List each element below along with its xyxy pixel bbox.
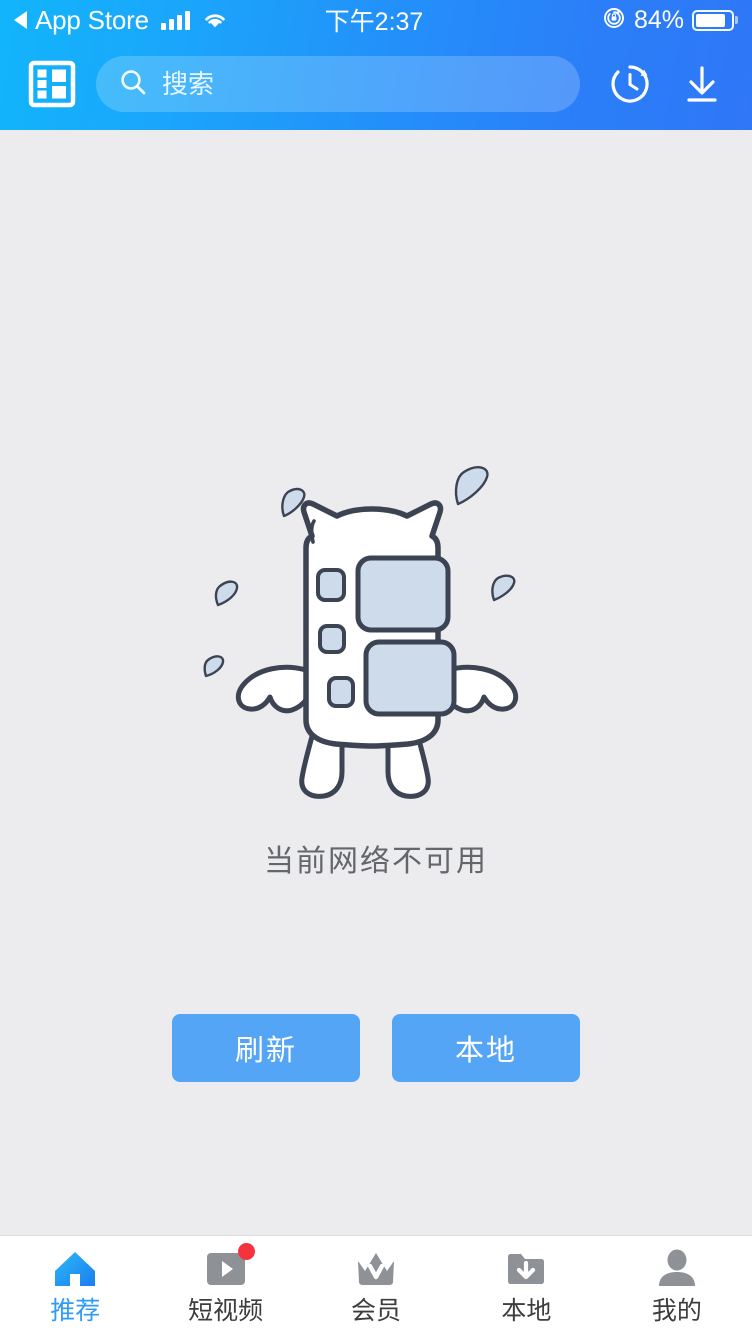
bottom-navigation: 推荐 短视频 会员 本地 我的 [0,1235,752,1334]
status-bar-right: 84% [423,5,735,35]
tab-member[interactable]: 会员 [301,1246,451,1324]
status-bar-back-label[interactable]: App Store [35,5,149,36]
rotation-lock-icon [602,6,626,35]
local-button[interactable]: 本地 [392,1014,580,1082]
error-message: 当前网络不可用 [264,845,488,878]
header: App Store 下午2:37 84% 搜索 [0,0,752,130]
battery-icon [692,9,735,31]
tab-member-label: 会员 [351,1297,402,1325]
tab-mine[interactable]: 我的 [602,1246,752,1324]
person-icon [654,1246,700,1292]
play-video-icon [203,1243,255,1292]
film-grid-logo-icon[interactable] [24,56,80,112]
status-bar-left: App Store [14,5,325,36]
history-clock-icon[interactable] [602,56,658,112]
search-icon [118,67,148,102]
back-triangle-icon[interactable] [14,11,27,29]
tab-recommend-label: 推荐 [50,1297,101,1325]
crown-vip-icon [353,1246,399,1292]
search-input[interactable]: 搜索 [96,56,580,112]
notification-badge [237,1243,255,1260]
app-bar: 搜索 [0,40,752,128]
tab-recommend[interactable]: 推荐 [0,1246,150,1324]
battery-percent-label: 84% [633,5,685,34]
network-error-mascot-illustration [196,430,556,810]
refresh-button[interactable]: 刷新 [172,1014,360,1082]
status-bar-time: 下午2:37 [324,8,424,36]
cellular-signal-icon [160,10,190,30]
folder-download-icon [503,1246,549,1292]
wifi-icon [202,10,228,30]
action-buttons: 刷新 本地 [172,1014,580,1082]
search-placeholder: 搜索 [162,69,215,99]
tab-short-video[interactable]: 短视频 [150,1243,300,1325]
status-bar: App Store 下午2:37 84% [0,0,752,40]
tab-local[interactable]: 本地 [451,1246,601,1324]
phone-screen: App Store 下午2:37 84% 搜索 当前网络不可用 刷新 本地 推荐… [0,0,752,1334]
home-icon [52,1246,98,1292]
download-arrow-icon[interactable] [674,56,730,112]
tab-mine-label: 我的 [651,1297,702,1325]
main-content: 当前网络不可用 刷新 本地 [0,130,752,1235]
tab-local-label: 本地 [501,1297,552,1325]
tab-short-video-label: 短视频 [188,1297,264,1325]
